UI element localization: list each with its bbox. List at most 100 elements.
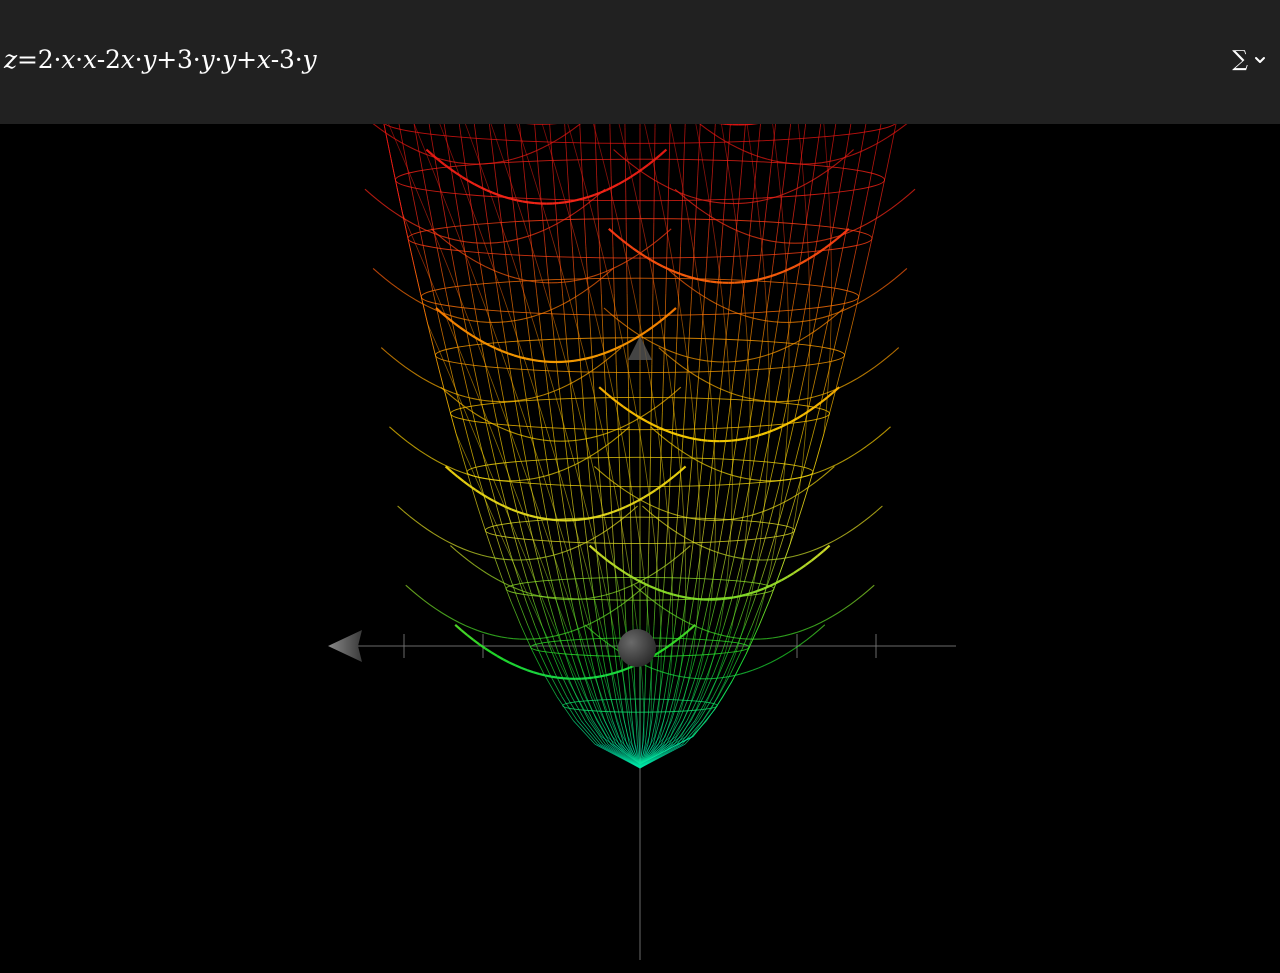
surface-curve [810, 548, 817, 552]
mesh-line [451, 175, 457, 199]
surface-curve [604, 672, 612, 677]
surface-curve [669, 307, 677, 315]
surface-curve [469, 550, 476, 554]
mesh-line [754, 364, 760, 389]
surface-curve [505, 320, 512, 323]
mesh-line [689, 459, 693, 484]
mesh-line [629, 696, 633, 721]
surface-curve [402, 291, 410, 297]
surface-curve [533, 476, 540, 480]
equation-display[interactable]: z=2·x·x-2x·y+3·y·y+x-3·y [4, 40, 317, 80]
mesh-skew-line [828, 186, 831, 215]
surface-curve [374, 124, 382, 130]
mesh-line [769, 151, 774, 176]
surface-curve [851, 152, 858, 156]
mesh-skew-line [485, 461, 498, 490]
mesh-line [564, 317, 567, 342]
surface-curve [551, 675, 558, 679]
surface-curve [774, 558, 781, 561]
mesh-line [736, 198, 740, 223]
mesh-line [564, 127, 567, 152]
mesh-line [759, 124, 761, 128]
surface-curve [694, 374, 702, 380]
mesh-line [549, 127, 552, 152]
mesh-line [778, 364, 784, 389]
mesh-skew-line [599, 241, 607, 270]
surface-curve [435, 384, 442, 389]
surface-curve [414, 299, 422, 304]
surface-curve [397, 505, 404, 512]
mesh-line [885, 151, 891, 176]
mesh-skew-line [731, 598, 738, 627]
mesh-line [732, 246, 736, 271]
mesh-line [673, 649, 679, 674]
surface-curve [802, 409, 810, 416]
mesh-line [579, 554, 584, 579]
mesh-line [851, 175, 858, 199]
function-menu-button[interactable]: ∑ [1232, 44, 1266, 76]
surface-curve [537, 637, 544, 640]
mesh-line [682, 412, 686, 437]
3d-viewport[interactable] [0, 124, 1280, 973]
mesh-line [819, 198, 825, 223]
surface-curve [448, 237, 456, 241]
surface-curve [380, 347, 388, 354]
mesh-line [781, 269, 786, 294]
mesh-skew-line [633, 186, 641, 215]
mesh-skew-line [709, 378, 713, 407]
surface-curve [594, 595, 601, 598]
surface-curve [661, 589, 668, 595]
mesh-skew-line [493, 131, 504, 160]
mesh-line [666, 246, 668, 271]
surface-curve [632, 247, 640, 254]
surface-curve [453, 619, 461, 624]
surface-curve [620, 424, 628, 429]
mesh-skew-line [541, 626, 556, 655]
mesh-line [724, 175, 728, 199]
surface-curve [464, 406, 472, 412]
surface-curve [787, 572, 795, 578]
surface-curve [819, 619, 827, 624]
surface-curve [656, 669, 663, 673]
mesh-line [710, 175, 713, 199]
mesh-skew-line [544, 131, 554, 160]
surface-curve [547, 554, 554, 558]
surface-curve [364, 188, 372, 195]
surface-curve [558, 201, 565, 205]
surface-curve [572, 439, 579, 442]
mesh-line [531, 649, 544, 674]
mesh-line [599, 578, 603, 603]
surface-curve [868, 144, 876, 149]
surface-curve [754, 398, 761, 401]
surface-curve [876, 287, 884, 293]
surface-curve [483, 632, 490, 635]
surface-curve [456, 550, 463, 557]
mesh-line [581, 388, 585, 413]
surface-curve [477, 338, 485, 344]
mesh-line [488, 317, 494, 342]
surface-curve [501, 636, 508, 639]
surface-curve [460, 629, 468, 636]
surface-curve [710, 280, 717, 284]
mesh-line [847, 198, 853, 223]
surface-curve [556, 219, 564, 225]
surface-curve [508, 239, 516, 242]
mesh-skew-line [402, 213, 410, 242]
surface-curve [858, 520, 865, 526]
equation-equals: = [16, 45, 38, 74]
mesh-line [665, 530, 668, 555]
surface-curve [759, 354, 767, 358]
surface-curve [451, 543, 458, 547]
surface-curve [450, 315, 458, 319]
mesh-line [894, 124, 897, 128]
surface-curve [878, 431, 885, 438]
mesh-line [758, 341, 763, 365]
surface-curve [427, 529, 434, 535]
surface-curve [798, 564, 807, 571]
mesh-skew-line [668, 241, 675, 270]
mesh-skew-line [473, 213, 485, 242]
surface-curve [858, 299, 866, 304]
mesh-line [517, 246, 522, 271]
surface-curve [664, 228, 672, 235]
mesh-line [603, 364, 606, 389]
